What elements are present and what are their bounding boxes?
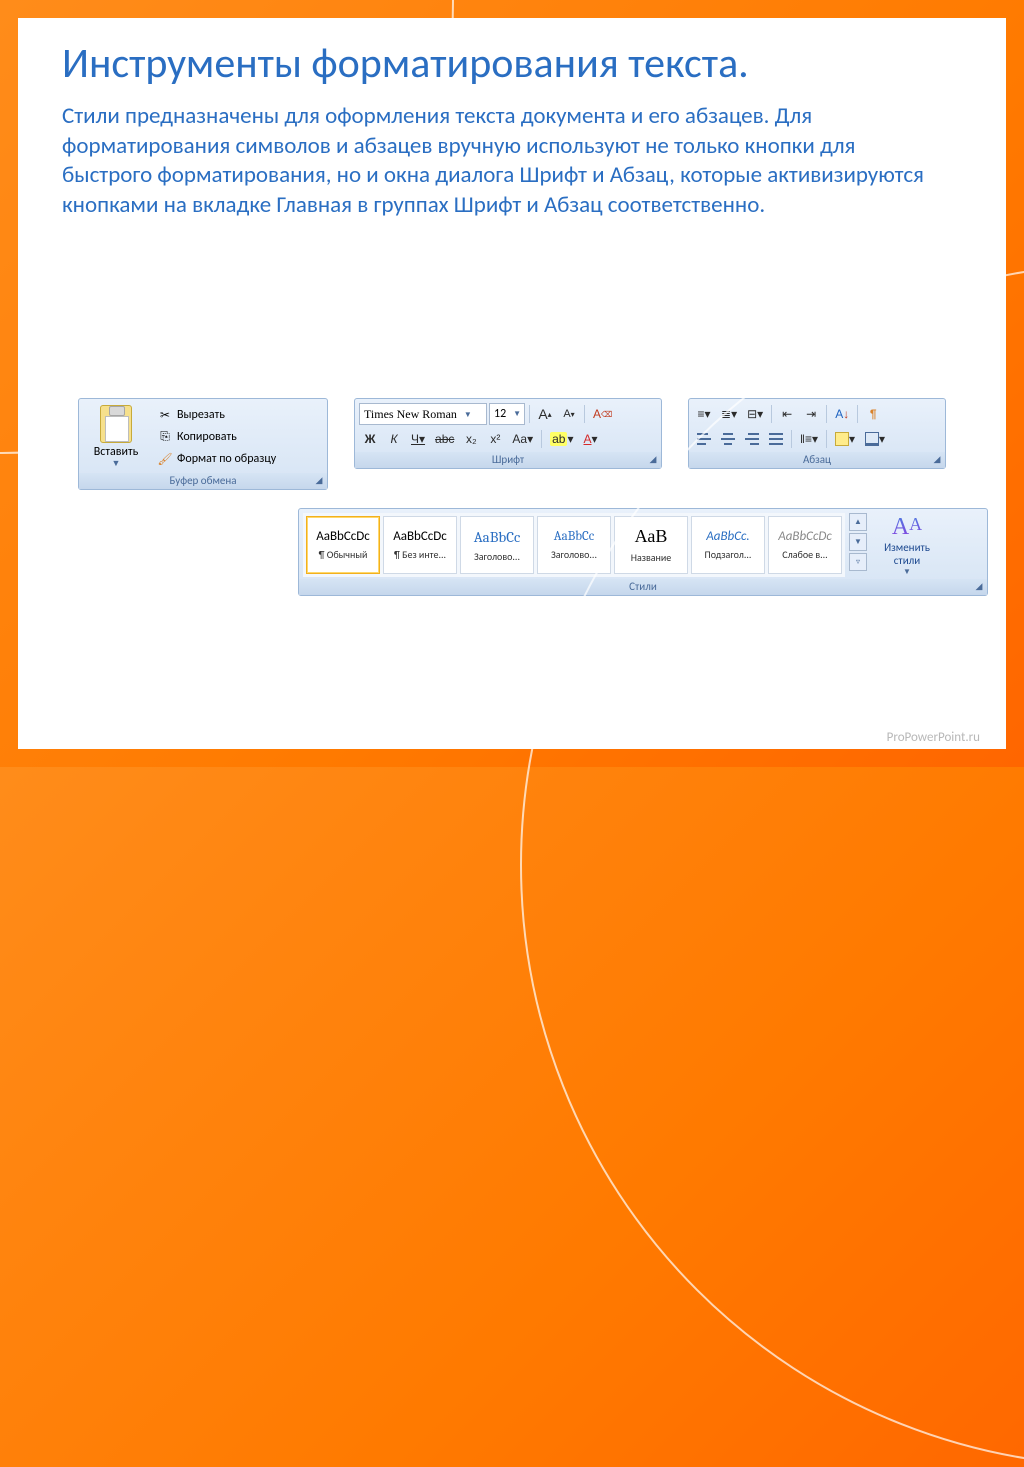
font-dialog-launcher[interactable]: ◢ (647, 454, 659, 466)
underline-button[interactable]: Ч▾ (407, 428, 429, 450)
style-card[interactable]: AaBbCcDc ¶ Обычный (306, 516, 380, 574)
italic-button[interactable]: К (383, 428, 405, 450)
style-name: Заголово... (474, 550, 520, 563)
font-panel: Times New Roman ▼ 12 ▼ A▴ A▾ A⌫ (354, 398, 662, 469)
chevron-down-icon: ▼ (464, 410, 472, 419)
grow-font-button[interactable]: A▴ (534, 403, 556, 425)
style-sample: AaBbCcDc (316, 529, 370, 544)
copy-label: Копировать (177, 430, 237, 444)
style-sample: AaBbCc (474, 528, 521, 546)
align-center-button[interactable] (717, 428, 739, 450)
font-size-value: 12 (494, 407, 506, 421)
style-sample: AaBbCc. (706, 529, 749, 544)
multilevel-button[interactable]: ⊟▾ (743, 403, 767, 425)
style-card[interactable]: AaBbCc. Подзагол... (691, 516, 765, 574)
clear-formatting-button[interactable]: A⌫ (589, 403, 616, 425)
brush-icon: 🖌 (157, 451, 173, 467)
style-card[interactable]: AaBbCc Заголово... (537, 516, 611, 574)
slide: Инструменты форматирования текста. Стили… (18, 18, 1006, 749)
copy-button[interactable]: ⎘ Копировать (157, 427, 276, 447)
scissors-icon: ✂ (157, 407, 173, 423)
bold-button[interactable]: Ж (359, 428, 381, 450)
show-marks-button[interactable]: ¶ (862, 403, 884, 425)
paragraph-panel: ≡▾ ≣▾ ⊟▾ ⇤ ⇥ А↓ ¶ (688, 398, 946, 469)
bullets-button[interactable]: ≡▾ (693, 403, 715, 425)
font-size-combo[interactable]: 12 ▼ (489, 403, 525, 425)
paragraph-panel-label: Абзац (689, 452, 945, 468)
format-painter-label: Формат по образцу (177, 452, 276, 466)
style-sample: AaBbCcDc (778, 529, 832, 544)
styles-gallery: AaBbCcDc¶ ОбычныйAaBbCcDc¶ Без инте...Aa… (303, 513, 845, 577)
decrease-indent-button[interactable]: ⇤ (776, 403, 798, 425)
styles-panel: AaBbCcDc¶ ОбычныйAaBbCcDc¶ Без инте...Aa… (298, 508, 988, 596)
cut-label: Вырезать (177, 408, 225, 422)
watermark: ProPowerPoint.ru (887, 730, 980, 745)
gallery-scroll-down[interactable]: ▼ (849, 533, 867, 551)
chevron-down-icon[interactable]: ▼ (112, 458, 121, 469)
font-panel-label: Шрифт (355, 452, 661, 468)
clipboard-dialog-launcher[interactable]: ◢ (313, 475, 325, 487)
borders-button[interactable]: ▾ (861, 428, 889, 450)
gallery-expand[interactable]: ▿ (849, 553, 867, 571)
align-right-button[interactable] (741, 428, 763, 450)
style-name: ¶ Обычный (319, 548, 368, 561)
style-name: ¶ Без инте... (394, 548, 446, 561)
numbering-button[interactable]: ≣▾ (717, 403, 741, 425)
style-card[interactable]: АаВ Название (614, 516, 688, 574)
style-sample: AaBbCc (554, 529, 594, 544)
style-card[interactable]: AaBbCcDc Слабое в... (768, 516, 842, 574)
align-justify-button[interactable] (765, 428, 787, 450)
superscript-button[interactable]: x² (484, 428, 506, 450)
copy-icon: ⎘ (157, 429, 173, 445)
chevron-down-icon: ▼ (513, 409, 521, 419)
paragraph-dialog-launcher[interactable]: ◢ (931, 454, 943, 466)
style-card[interactable]: AaBbCcDc ¶ Без инте... (383, 516, 457, 574)
change-case-button[interactable]: Aa▾ (508, 428, 537, 450)
increase-indent-button[interactable]: ⇥ (800, 403, 822, 425)
change-styles-button[interactable]: AA Изменить стили ▼ (871, 513, 943, 577)
style-name: Название (631, 551, 672, 564)
subscript-button[interactable]: x₂ (460, 428, 482, 450)
highlight-button[interactable]: ab▾ (546, 428, 577, 450)
sort-button[interactable]: А↓ (831, 403, 853, 425)
clipboard-panel: Вставить ▼ ✂ Вырезать ⎘ Копировать (78, 398, 328, 490)
chevron-down-icon: ▼ (903, 567, 911, 577)
shrink-font-button[interactable]: A▾ (558, 403, 580, 425)
style-name: Слабое в... (782, 548, 827, 561)
ribbon-area: Вставить ▼ ✂ Вырезать ⎘ Копировать (78, 398, 988, 596)
styles-dialog-launcher[interactable]: ◢ (973, 581, 985, 593)
change-styles-icon: AA (892, 514, 922, 541)
style-name: Подзагол... (705, 548, 752, 561)
paste-label: Вставить (94, 445, 139, 459)
strike-button[interactable]: abc (431, 428, 458, 450)
shading-button[interactable]: ▾ (831, 428, 859, 450)
font-name-value: Times New Roman (364, 407, 457, 422)
change-styles-label: Изменить стили (871, 541, 943, 567)
clipboard-panel-label: Буфер обмена (79, 473, 327, 489)
font-name-combo[interactable]: Times New Roman ▼ (359, 403, 487, 425)
align-left-button[interactable] (693, 428, 715, 450)
slide-title: Инструменты форматирования текста. (62, 40, 962, 88)
slide-body: Стили предназначены для оформления текст… (62, 102, 942, 220)
style-card[interactable]: AaBbCc Заголово... (460, 516, 534, 574)
paste-button[interactable]: Вставить ▼ (83, 403, 149, 471)
styles-panel-label: Стили (299, 579, 987, 595)
font-color-button[interactable]: A▾ (580, 428, 602, 450)
paste-icon (100, 405, 132, 443)
line-spacing-button[interactable]: ‖≡▾ (796, 428, 822, 450)
gallery-scroll-up[interactable]: ▲ (849, 513, 867, 531)
format-painter-button[interactable]: 🖌 Формат по образцу (157, 449, 276, 469)
style-name: Заголово... (551, 548, 597, 561)
cut-button[interactable]: ✂ Вырезать (157, 405, 276, 425)
style-sample: AaBbCcDc (393, 529, 447, 544)
style-sample: АаВ (635, 526, 668, 547)
